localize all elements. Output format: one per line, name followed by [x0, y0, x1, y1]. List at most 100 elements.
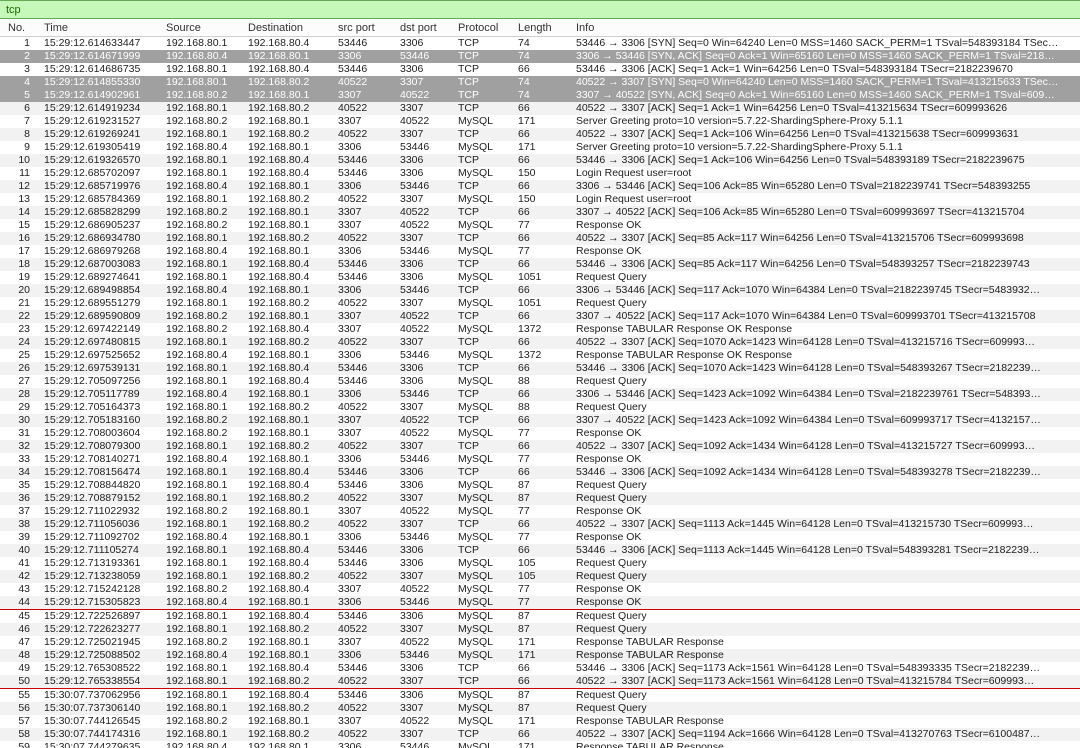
packet-row[interactable]: 3815:29:12.711056036192.168.80.1192.168.…	[0, 518, 1080, 531]
packet-dst: 192.168.80.2	[244, 440, 334, 453]
packet-row[interactable]: 3215:29:12.708079300192.168.80.1192.168.…	[0, 440, 1080, 453]
packet-list-headers[interactable]: No. Time Source Destination src port dst…	[0, 19, 1080, 37]
packet-row[interactable]: 2415:29:12.697480815192.168.80.1192.168.…	[0, 336, 1080, 349]
packet-sport: 40522	[334, 128, 396, 141]
packet-row[interactable]: 3315:29:12.708140271192.168.80.4192.168.…	[0, 453, 1080, 466]
packet-row[interactable]: 515:29:12.614902961192.168.80.2192.168.8…	[0, 89, 1080, 102]
packet-row[interactable]: 5515:30:07.737062956192.168.80.1192.168.…	[0, 689, 1080, 702]
packet-row[interactable]: 3915:29:12.711092702192.168.80.4192.168.…	[0, 531, 1080, 544]
header-source[interactable]: Source	[162, 20, 244, 36]
header-info[interactable]: Info	[572, 20, 1080, 36]
packet-row[interactable]: 715:29:12.619231527192.168.80.2192.168.8…	[0, 115, 1080, 128]
packet-len: 87	[514, 702, 572, 715]
packet-src: 192.168.80.4	[162, 453, 244, 466]
packet-row[interactable]: 1515:29:12.686905237192.168.80.2192.168.…	[0, 219, 1080, 232]
packet-row[interactable]: 1415:29:12.685828299192.168.80.2192.168.…	[0, 206, 1080, 219]
packet-row[interactable]: 3015:29:12.705183160192.168.80.2192.168.…	[0, 414, 1080, 427]
display-filter-input[interactable]	[4, 3, 1080, 17]
packet-row[interactable]: 4015:29:12.711105274192.168.80.1192.168.…	[0, 544, 1080, 557]
packet-no: 38	[4, 518, 40, 531]
packet-no: 35	[4, 479, 40, 492]
packet-row[interactable]: 915:29:12.619305419192.168.80.4192.168.8…	[0, 141, 1080, 154]
header-protocol[interactable]: Protocol	[454, 20, 514, 36]
packet-row[interactable]: 2515:29:12.697525652192.168.80.4192.168.…	[0, 349, 1080, 362]
packet-row[interactable]: 415:29:12.614855330192.168.80.1192.168.8…	[0, 76, 1080, 89]
packet-row[interactable]: 5715:30:07.744126545192.168.80.2192.168.…	[0, 715, 1080, 728]
packet-row[interactable]: 2815:29:12.705117789192.168.80.4192.168.…	[0, 388, 1080, 401]
packet-row[interactable]: 1815:29:12.687003083192.168.80.1192.168.…	[0, 258, 1080, 271]
packet-row[interactable]: 3115:29:12.708003604192.168.80.2192.168.…	[0, 427, 1080, 440]
packet-row[interactable]: 4715:29:12.725021945192.168.80.2192.168.…	[0, 636, 1080, 649]
packet-row[interactable]: 3515:29:12.708844820192.168.80.1192.168.…	[0, 479, 1080, 492]
packet-row[interactable]: 3715:29:12.711022932192.168.80.2192.168.…	[0, 505, 1080, 518]
packet-dport: 53446	[396, 531, 454, 544]
packet-proto: TCP	[454, 50, 514, 63]
packet-row[interactable]: 1015:29:12.619326570192.168.80.1192.168.…	[0, 154, 1080, 167]
packet-row[interactable]: 2315:29:12.697422149192.168.80.2192.168.…	[0, 323, 1080, 336]
packet-row[interactable]: 5015:29:12.765338554192.168.80.1192.168.…	[0, 675, 1080, 688]
packet-dport: 40522	[396, 89, 454, 102]
packet-row[interactable]: 4115:29:12.713193361192.168.80.1192.168.…	[0, 557, 1080, 570]
packet-time: 15:29:12.697480815	[40, 336, 162, 349]
packet-row[interactable]: 2115:29:12.689551279192.168.80.1192.168.…	[0, 297, 1080, 310]
packet-row[interactable]: 2915:29:12.705164373192.168.80.1192.168.…	[0, 401, 1080, 414]
packet-row[interactable]: 4315:29:12.715242128192.168.80.2192.168.…	[0, 583, 1080, 596]
packet-row[interactable]: 1615:29:12.686934780192.168.80.1192.168.…	[0, 232, 1080, 245]
packet-len: 87	[514, 610, 572, 623]
packet-row[interactable]: 5915:30:07.744279635192.168.80.4192.168.…	[0, 741, 1080, 748]
packet-row[interactable]: 4615:29:12.722623277192.168.80.1192.168.…	[0, 623, 1080, 636]
packet-row[interactable]: 1915:29:12.689274641192.168.80.1192.168.…	[0, 271, 1080, 284]
packet-row[interactable]: 4215:29:12.713238059192.168.80.1192.168.…	[0, 570, 1080, 583]
packet-row[interactable]: 4915:29:12.765308522192.168.80.1192.168.…	[0, 662, 1080, 675]
header-no[interactable]: No.	[4, 20, 40, 36]
packet-row[interactable]: 1215:29:12.685719976192.168.80.4192.168.…	[0, 180, 1080, 193]
packet-sport: 40522	[334, 570, 396, 583]
packet-row[interactable]: 615:29:12.614919234192.168.80.1192.168.8…	[0, 102, 1080, 115]
packet-row[interactable]: 5615:30:07.737306140192.168.80.1192.168.…	[0, 702, 1080, 715]
packet-row[interactable]: 1115:29:12.685702097192.168.80.1192.168.…	[0, 167, 1080, 180]
packet-src: 192.168.80.1	[162, 297, 244, 310]
packet-proto: MySQL	[454, 505, 514, 518]
packet-row[interactable]: 2615:29:12.697539131192.168.80.1192.168.…	[0, 362, 1080, 375]
packet-no: 46	[4, 623, 40, 636]
packet-time: 15:29:12.705117789	[40, 388, 162, 401]
packet-no: 8	[4, 128, 40, 141]
packet-src: 192.168.80.1	[162, 662, 244, 675]
packet-sport: 53446	[334, 689, 396, 702]
packet-row[interactable]: 2215:29:12.689590809192.168.80.2192.168.…	[0, 310, 1080, 323]
header-srcport[interactable]: src port	[334, 20, 396, 36]
packet-time: 15:29:12.619231527	[40, 115, 162, 128]
header-length[interactable]: Length	[514, 20, 572, 36]
packet-sport: 53446	[334, 63, 396, 76]
packet-row[interactable]: 1315:29:12.685784369192.168.80.1192.168.…	[0, 193, 1080, 206]
packet-row[interactable]: 115:29:12.614633447192.168.80.1192.168.8…	[0, 37, 1080, 50]
packet-src: 192.168.80.1	[162, 401, 244, 414]
packet-row[interactable]: 4415:29:12.715305823192.168.80.4192.168.…	[0, 596, 1080, 609]
packet-row[interactable]: 215:29:12.614671999192.168.80.4192.168.8…	[0, 50, 1080, 63]
packet-row[interactable]: 5815:30:07.744174316192.168.80.1192.168.…	[0, 728, 1080, 741]
packet-row[interactable]: 315:29:12.614686735192.168.80.1192.168.8…	[0, 63, 1080, 76]
packet-row[interactable]: 1715:29:12.686979268192.168.80.4192.168.…	[0, 245, 1080, 258]
header-time[interactable]: Time	[40, 20, 162, 36]
header-dest[interactable]: Destination	[244, 20, 334, 36]
packet-row[interactable]: 2015:29:12.689498854192.168.80.4192.168.…	[0, 284, 1080, 297]
packet-row[interactable]: 3415:29:12.708156474192.168.80.1192.168.…	[0, 466, 1080, 479]
packet-list-rows[interactable]: 115:29:12.614633447192.168.80.1192.168.8…	[0, 37, 1080, 748]
packet-dport: 3306	[396, 557, 454, 570]
packet-row[interactable]: 3615:29:12.708879152192.168.80.1192.168.…	[0, 492, 1080, 505]
header-dstport[interactable]: dst port	[396, 20, 454, 36]
packet-len: 77	[514, 505, 572, 518]
packet-info: 40522 → 3307 [ACK] Seq=1194 Ack=1666 Win…	[572, 728, 1080, 741]
packet-proto: TCP	[454, 440, 514, 453]
packet-dst: 192.168.80.4	[244, 466, 334, 479]
packet-proto: TCP	[454, 232, 514, 245]
packet-row[interactable]: 815:29:12.619269241192.168.80.1192.168.8…	[0, 128, 1080, 141]
packet-info: 3306 → 53446 [SYN, ACK] Seq=0 Ack=1 Win=…	[572, 50, 1080, 63]
packet-info: 40522 → 3307 [ACK] Seq=1113 Ack=1445 Win…	[572, 518, 1080, 531]
packet-row[interactable]: 4815:29:12.725088502192.168.80.4192.168.…	[0, 649, 1080, 662]
packet-no: 34	[4, 466, 40, 479]
packet-row[interactable]: 2715:29:12.705097256192.168.80.1192.168.…	[0, 375, 1080, 388]
packet-proto: MySQL	[454, 623, 514, 636]
packet-proto: TCP	[454, 362, 514, 375]
packet-row[interactable]: 4515:29:12.722526897192.168.80.1192.168.…	[0, 610, 1080, 623]
